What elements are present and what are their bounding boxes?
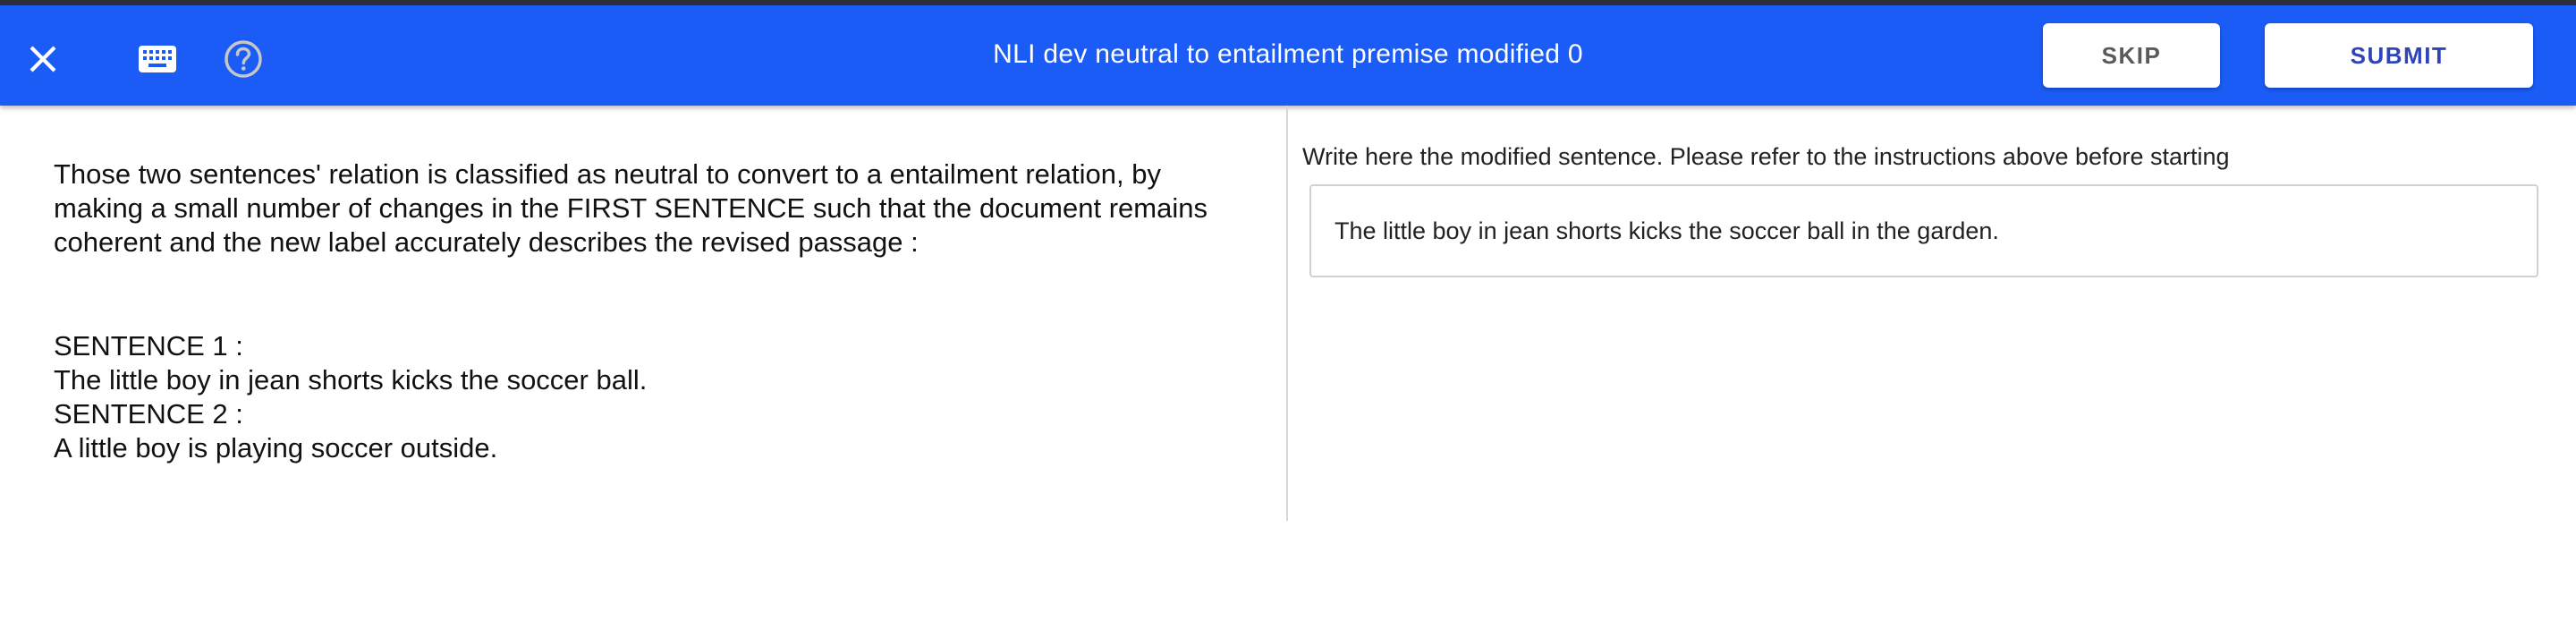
task-description-panel: Those two sentences' relation is classif… <box>0 106 1288 521</box>
modified-sentence-input[interactable] <box>1309 184 2538 277</box>
sentence-1-text: The little boy in jean shorts kicks the … <box>54 364 648 396</box>
sentence-pair: SENTENCE 1 : The little boy in jean shor… <box>54 329 647 465</box>
modified-sentence-label: Write here the modified sentence. Please… <box>1302 143 2230 170</box>
sentence-2-label: SENTENCE 2 : <box>54 398 243 430</box>
app-bar: NLI dev neutral to entailment premise mo… <box>0 5 2576 106</box>
submit-button[interactable]: SUBMIT <box>2265 23 2533 88</box>
skip-button[interactable]: SKIP <box>2043 23 2220 88</box>
sentence-2-text: A little boy is playing soccer outside. <box>54 432 498 464</box>
answer-panel: Write here the modified sentence. Please… <box>1288 106 2576 621</box>
sentence-1-label: SENTENCE 1 : <box>54 330 243 362</box>
task-instructions: Those two sentences' relation is classif… <box>54 158 1208 258</box>
